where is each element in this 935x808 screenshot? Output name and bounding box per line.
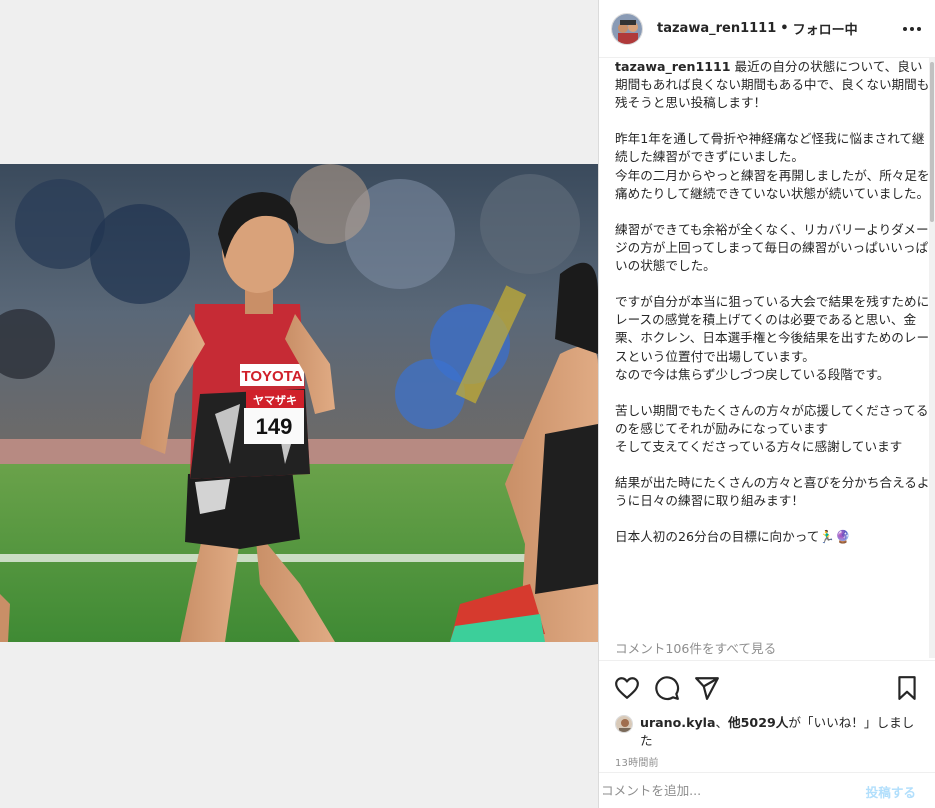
view-comments-link[interactable]: コメント106件をすべて見る <box>615 638 776 657</box>
post-header: tazawa_ren1111 • フォロー中 <box>599 0 935 58</box>
author-username[interactable]: tazawa_ren1111 <box>657 21 776 36</box>
caption-body: 最近の自分の状態について、良い期間もあれば良くない期間もある中で、良くない期間も… <box>615 59 930 545</box>
bib-number: 149 <box>256 414 293 439</box>
more-horizontal-icon[interactable] <box>900 19 924 39</box>
comment-input[interactable] <box>599 779 849 801</box>
bookmark-icon[interactable] <box>894 675 920 701</box>
action-bar <box>599 660 935 712</box>
caption-area: tazawa_ren1111 最近の自分の状態について、良い期間もあれば良くない… <box>599 58 930 660</box>
likes-summary: urano.kyla、他5029人が「いいね！」しました <box>615 714 925 750</box>
sponsor2-text: ヤマザキ <box>253 394 297 407</box>
liker-avatar[interactable] <box>615 715 633 733</box>
comment-icon[interactable] <box>654 675 680 701</box>
liker-username[interactable]: urano.kyla <box>640 715 715 730</box>
post-sidebar: tazawa_ren1111 • フォロー中 tazawa_ren1111 最近… <box>598 0 935 808</box>
caption-scrollbar[interactable] <box>929 58 935 658</box>
caption-username[interactable]: tazawa_ren1111 <box>615 59 731 74</box>
likes-separator: 、 <box>715 715 729 730</box>
post-photo[interactable]: TOYOTA ヤマザキ 149 <box>0 164 598 642</box>
author-avatar[interactable] <box>611 12 643 45</box>
post-comment-button[interactable]: 投稿する <box>866 782 916 801</box>
comment-bar: 投稿する <box>599 772 935 808</box>
header-separator: • <box>780 21 789 36</box>
post-timestamp[interactable]: 13時間前 <box>615 754 659 769</box>
likes-others-count[interactable]: 他5029人 <box>728 715 788 730</box>
send-icon[interactable] <box>694 675 720 701</box>
scroll-thumb[interactable] <box>930 62 934 222</box>
follow-status-button[interactable]: フォロー中 <box>793 19 858 38</box>
caption-text: tazawa_ren1111 最近の自分の状態について、良い期間もあれば良くない… <box>615 58 930 547</box>
media-pane: TOYOTA ヤマザキ 149 <box>0 0 598 808</box>
sponsor-text: TOYOTA <box>241 368 302 385</box>
heart-icon[interactable] <box>614 675 640 701</box>
